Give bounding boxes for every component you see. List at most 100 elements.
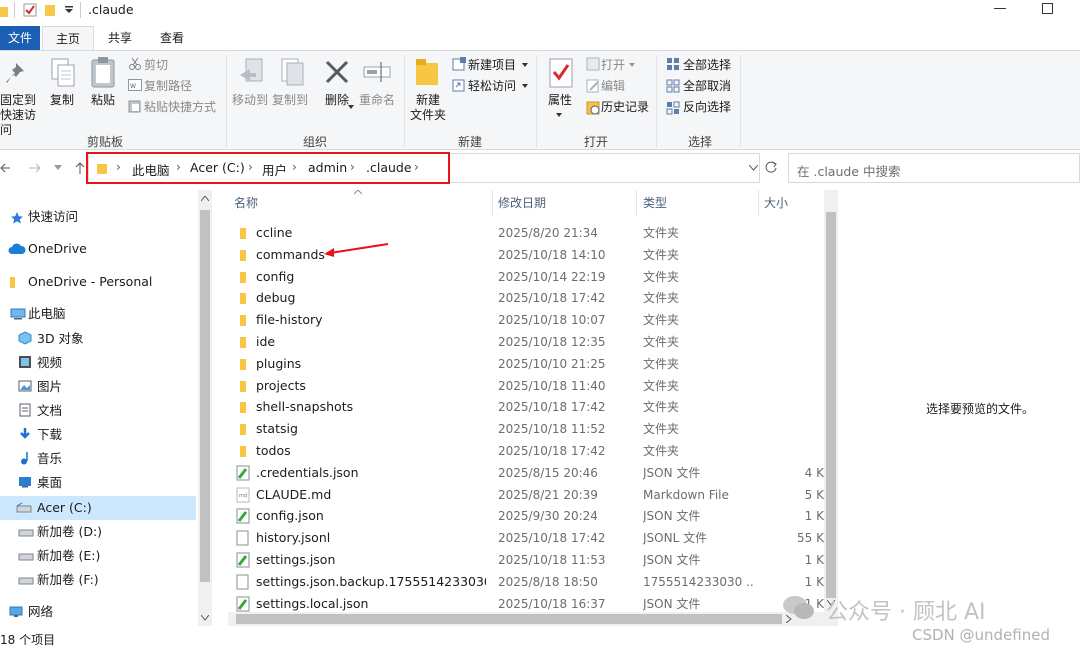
properties-button[interactable]: 属性	[542, 93, 578, 108]
documents-icon	[19, 403, 31, 417]
breadcrumb-acer-c[interactable]: Acer (C:)	[190, 160, 245, 175]
search-box[interactable]: 在 .claude 中搜索	[788, 153, 1080, 183]
scroll-up-icon[interactable]	[201, 196, 209, 202]
up-arrow-icon[interactable]	[74, 161, 86, 175]
easy-access-button[interactable]: 轻松访问	[468, 76, 516, 96]
nav-music[interactable]: 音乐	[37, 448, 62, 470]
new-item-button[interactable]: 新建项目	[468, 55, 516, 75]
nav-drive-f[interactable]: 新加卷 (F:)	[37, 569, 99, 591]
json-file-icon	[236, 508, 250, 527]
maximize-icon[interactable]	[1042, 3, 1054, 15]
pin-quick-access-button[interactable]: 固定到 快速访问	[0, 93, 42, 138]
json-file-icon	[236, 552, 250, 571]
filelist-scrollbar-thumb[interactable]	[826, 212, 836, 598]
nav-scrollbar-thumb[interactable]	[200, 210, 210, 582]
tab-view[interactable]: 查看	[148, 26, 196, 50]
nav-onedrive[interactable]: OneDrive	[28, 238, 87, 260]
file-row[interactable]: ccline 2025/8/20 21:34 文件夹	[228, 222, 824, 244]
column-header-name[interactable]: 名称	[234, 192, 258, 214]
file-row[interactable]: file-history 2025/10/18 10:07 文件夹	[228, 309, 824, 331]
file-type: 文件夹	[643, 269, 680, 284]
breadcrumb-users[interactable]: 用户	[262, 160, 287, 179]
nav-videos[interactable]: 视频	[37, 352, 62, 374]
minimize-icon[interactable]	[994, 8, 1006, 10]
nav-documents[interactable]: 文档	[37, 400, 62, 422]
star-icon	[11, 212, 23, 224]
computer-icon	[10, 308, 26, 320]
nav-drive-d[interactable]: 新加卷 (D:)	[37, 521, 102, 543]
file-row[interactable]: config 2025/10/14 22:19 文件夹	[228, 266, 824, 288]
file-row[interactable]: todos 2025/10/18 17:42 文件夹	[228, 440, 824, 462]
properties-dropdown-icon[interactable]	[556, 113, 562, 117]
copy-to-button[interactable]: 复制到	[270, 93, 310, 108]
file-row[interactable]: projects 2025/10/18 11:40 文件夹	[228, 375, 824, 397]
nav-pictures[interactable]: 图片	[37, 376, 62, 398]
edit-button[interactable]: 编辑	[601, 76, 625, 96]
back-arrow-icon[interactable]	[0, 162, 12, 174]
file-type: 文件夹	[643, 291, 680, 306]
new-folder-button[interactable]: 新建 文件夹	[408, 93, 448, 123]
column-header-size[interactable]: 大小	[764, 192, 788, 214]
file-row[interactable]: settings.json 2025/10/18 11:53 JSON 文件 1 K	[228, 549, 824, 571]
nav-drive-e[interactable]: 新加卷 (E:)	[37, 545, 100, 567]
copy-path-button[interactable]: 复制路径	[144, 76, 192, 96]
paste-shortcut-button[interactable]: 粘贴快捷方式	[144, 97, 216, 117]
breadcrumb-sep-icon: ›	[116, 160, 121, 174]
nav-3d-objects[interactable]: 3D 对象	[37, 328, 84, 350]
invert-selection-icon	[666, 101, 680, 115]
scroll-down-icon[interactable]	[201, 615, 209, 621]
file-row[interactable]: debug 2025/10/18 17:42 文件夹	[228, 287, 824, 309]
file-row[interactable]: statsig 2025/10/18 11:52 文件夹	[228, 418, 824, 440]
recent-locations-icon[interactable]	[54, 165, 62, 171]
nav-quick-access[interactable]: 快速访问	[28, 206, 78, 228]
nav-this-pc[interactable]: 此电脑	[28, 303, 66, 325]
address-dropdown-icon[interactable]	[749, 165, 758, 171]
nav-downloads[interactable]: 下载	[37, 424, 62, 446]
folder-icon	[10, 277, 15, 288]
column-header-date[interactable]: 修改日期	[498, 192, 546, 214]
history-button[interactable]: 历史记录	[601, 97, 649, 117]
new-item-dropdown-icon[interactable]	[522, 63, 528, 67]
delete-icon	[325, 60, 349, 84]
cut-button[interactable]: 剪切	[144, 55, 168, 75]
nav-drive-c[interactable]: Acer (C:)	[37, 497, 92, 519]
file-row[interactable]: .credentials.json 2025/8/15 20:46 JSON 文件 4…	[228, 462, 824, 484]
nav-network[interactable]: 网络	[28, 601, 53, 623]
copy-button[interactable]: 复制	[48, 93, 76, 108]
refresh-icon[interactable]	[764, 160, 778, 174]
history-icon	[586, 101, 600, 115]
file-row[interactable]: settings.json.backup.1755514233030 2025/8…	[228, 571, 824, 593]
paste-button[interactable]: 粘贴	[88, 93, 118, 108]
tab-file[interactable]: 文件	[0, 26, 40, 50]
file-row[interactable]: shell-snapshots 2025/10/18 17:42 文件夹	[228, 396, 824, 418]
file-row[interactable]: commands 2025/10/18 14:10 文件夹	[228, 244, 824, 266]
select-none-button[interactable]: 全部取消	[683, 76, 731, 96]
file-row[interactable]: config.json 2025/9/30 20:24 JSON 文件 1 K	[228, 505, 824, 527]
new-folder-quick-icon[interactable]	[44, 3, 56, 17]
breadcrumb-claude[interactable]: .claude	[366, 160, 412, 175]
properties-check-icon[interactable]	[23, 3, 37, 17]
tab-share[interactable]: 共享	[96, 26, 144, 50]
customize-quick-access-icon[interactable]	[64, 6, 74, 14]
tab-home[interactable]: 主页	[42, 26, 94, 51]
file-row[interactable]: history.jsonl 2025/10/18 17:42 JSONL 文件 55 …	[228, 527, 824, 549]
breadcrumb-admin[interactable]: admin	[308, 160, 347, 175]
invert-selection-button[interactable]: 反向选择	[683, 97, 731, 117]
file-date: 2025/10/18 11:52	[498, 422, 606, 437]
nav-desktop[interactable]: 桌面	[37, 472, 62, 494]
file-row[interactable]: md CLAUDE.md 2025/8/21 20:39 Markdown File 5…	[228, 484, 824, 506]
forward-arrow-icon[interactable]	[28, 162, 42, 174]
open-dropdown-icon[interactable]	[629, 63, 635, 67]
filelist-h-scrollbar-thumb[interactable]	[236, 614, 782, 624]
file-row[interactable]: plugins 2025/10/10 21:25 文件夹	[228, 353, 824, 375]
delete-dropdown-icon[interactable]	[348, 105, 354, 109]
rename-button[interactable]: 重命名	[356, 93, 398, 108]
nav-onedrive-personal[interactable]: OneDrive - Personal	[28, 271, 152, 293]
breadcrumb-this-pc[interactable]: 此电脑	[132, 160, 170, 179]
open-button[interactable]: 打开	[601, 55, 625, 75]
select-all-button[interactable]: 全部选择	[683, 55, 731, 75]
file-row[interactable]: ide 2025/10/18 12:35 文件夹	[228, 331, 824, 353]
move-to-button[interactable]: 移动到	[230, 93, 270, 108]
column-header-type[interactable]: 类型	[643, 192, 667, 214]
easy-access-dropdown-icon[interactable]	[522, 84, 528, 88]
